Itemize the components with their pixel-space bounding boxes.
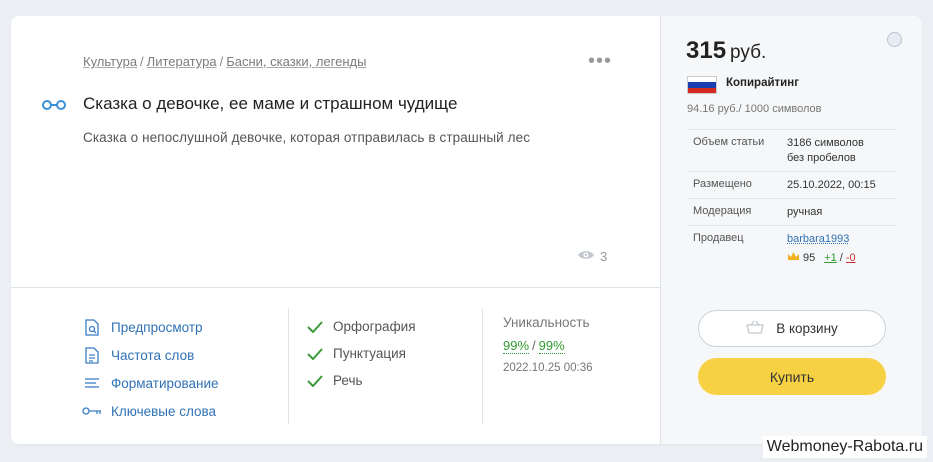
- uniqueness-date: 2022.10.25 00:36: [503, 362, 593, 374]
- volume-chars: 3186 символов: [787, 137, 864, 149]
- word-frequency-link[interactable]: Частота слов: [81, 341, 219, 369]
- volume-note: без пробелов: [787, 152, 856, 164]
- watermark: Webmoney-Rabota.ru: [762, 436, 927, 458]
- check-spelling: Орфография: [307, 313, 416, 340]
- article-card: Культура / Литература / Басни, сказки, леген…: [11, 16, 922, 444]
- breadcrumb: Культура / Литература / Басни, сказки, леген…: [83, 54, 366, 69]
- checkmark-icon: [307, 320, 327, 333]
- tools-list: Предпросмотр Частота слов Форматирование…: [81, 313, 219, 425]
- uniqueness-separator: /: [532, 338, 536, 353]
- select-checkbox[interactable]: [887, 32, 902, 47]
- price: 315 руб.: [686, 37, 766, 65]
- russia-flag-icon: [687, 76, 717, 94]
- more-options-button[interactable]: •••: [588, 51, 612, 71]
- property-key: Объем статьи: [693, 136, 765, 148]
- property-value: ручная: [787, 206, 823, 218]
- property-key: Модерация: [693, 205, 752, 217]
- seller-rating: 95 +1 / -0: [787, 251, 856, 266]
- breadcrumb-item-literature[interactable]: Литература: [147, 54, 217, 69]
- uniqueness-block: Уникальность 99%/99% 2022.10.25 00:36: [503, 315, 593, 374]
- negative-reviews-link[interactable]: -0: [846, 251, 856, 266]
- article-description: Сказка о непослушной девочке, которая от…: [83, 130, 531, 145]
- breadcrumb-separator: /: [140, 54, 144, 69]
- seller-link[interactable]: barbara1993: [787, 233, 849, 245]
- buy-button[interactable]: Купить: [698, 358, 886, 395]
- checkmark-icon: [307, 347, 327, 360]
- check-speech: Речь: [307, 367, 416, 394]
- check-label: Речь: [333, 373, 363, 388]
- property-row-posted: Размещено 25.10.2022, 00:15: [687, 171, 896, 198]
- uniqueness-label: Уникальность: [503, 315, 590, 330]
- property-value: 3186 символов без пробелов: [787, 136, 864, 166]
- purchase-sidebar: 315 руб. Копирайтинг 94.16 руб./ 1000 сим…: [660, 16, 922, 444]
- check-punctuation: Пунктуация: [307, 340, 416, 367]
- check-label: Орфография: [333, 319, 416, 334]
- breadcrumb-item-fables[interactable]: Басни, сказки, легенды: [226, 54, 366, 69]
- property-row-volume: Объем статьи 3186 символов без пробелов: [687, 129, 896, 171]
- tool-label: Форматирование: [111, 375, 219, 391]
- price-value: 315: [686, 37, 727, 64]
- tool-label: Частота слов: [111, 347, 195, 363]
- glasses-icon[interactable]: [41, 98, 67, 116]
- views-count: 3: [600, 249, 608, 264]
- property-row-seller: Продавец barbara1993 95 +1 / -0: [687, 225, 896, 271]
- rating-separator: /: [839, 252, 843, 264]
- uniqueness-value-2[interactable]: 99%: [538, 338, 565, 354]
- property-key: Размещено: [693, 178, 752, 190]
- views-counter: 3: [577, 249, 607, 264]
- rating-value: 95: [803, 252, 816, 264]
- breadcrumb-item-culture[interactable]: Культура: [83, 54, 137, 69]
- column-divider: [482, 308, 483, 424]
- check-label: Пунктуация: [333, 346, 406, 361]
- document-icon: [81, 346, 103, 364]
- preview-link[interactable]: Предпросмотр: [81, 313, 219, 341]
- price-currency: руб.: [730, 42, 767, 63]
- keywords-link[interactable]: Ключевые слова: [81, 397, 219, 425]
- divider: [11, 287, 660, 288]
- basket-icon: [746, 320, 765, 337]
- add-to-cart-button[interactable]: В корзину: [698, 310, 886, 347]
- checkmark-icon: [307, 374, 327, 387]
- crown-icon: [787, 251, 800, 266]
- article-main: Культура / Литература / Басни, сказки, леген…: [11, 16, 660, 444]
- breadcrumb-separator: /: [219, 54, 224, 69]
- price-rate: 94.16 руб./ 1000 символов: [687, 103, 822, 115]
- property-key: Продавец: [693, 232, 744, 244]
- formatting-link[interactable]: Форматирование: [81, 369, 219, 397]
- tool-label: Предпросмотр: [111, 319, 203, 335]
- article-title[interactable]: Сказка о девочке, ее маме и страшном чуд…: [83, 94, 457, 114]
- text-lines-icon: [81, 377, 103, 390]
- property-value: 25.10.2022, 00:15: [787, 179, 876, 191]
- key-icon: [81, 406, 103, 416]
- properties-table: Объем статьи 3186 символов без пробелов …: [687, 129, 896, 271]
- checks-list: Орфография Пунктуация Речь: [307, 313, 416, 394]
- document-search-icon: [81, 318, 103, 336]
- uniqueness-values: 99%/99%: [503, 338, 593, 354]
- uniqueness-value-1[interactable]: 99%: [503, 338, 530, 354]
- eye-icon: [577, 249, 595, 264]
- property-value: barbara1993 95 +1 / -0: [787, 232, 856, 266]
- positive-reviews-link[interactable]: +1: [824, 251, 837, 266]
- property-row-moderation: Модерация ручная: [687, 198, 896, 225]
- category-label: Копирайтинг: [726, 77, 799, 89]
- tool-label: Ключевые слова: [111, 403, 217, 419]
- column-divider: [288, 308, 289, 424]
- cart-label: В корзину: [776, 321, 838, 336]
